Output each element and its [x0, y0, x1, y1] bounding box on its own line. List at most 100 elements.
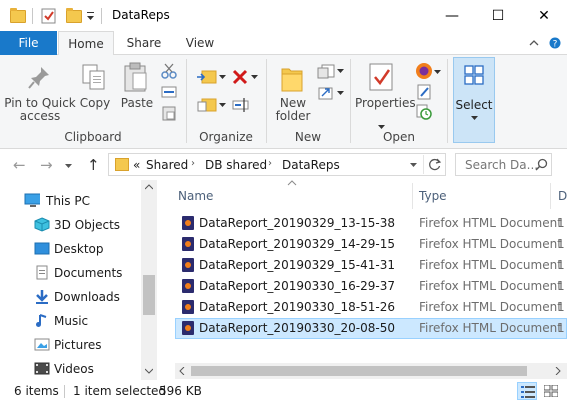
properties-check-icon[interactable] [41, 7, 57, 25]
edit-icon[interactable] [416, 84, 432, 100]
selection-size: 596 KB [159, 384, 202, 398]
recent-locations-icon[interactable] [65, 163, 73, 169]
tab-share[interactable]: Share [120, 31, 168, 55]
copy-button[interactable]: Copy [78, 97, 112, 110]
file-row[interactable]: DataReport_20190330_18-51-26 Firefox HTM… [175, 297, 567, 318]
nav-item-pictures[interactable]: Pictures [0, 333, 142, 357]
nav-pane-scroll-thumb[interactable] [143, 275, 155, 315]
file-row[interactable]: DataReport_20190329_13-15-38 Firefox HTM… [175, 213, 567, 234]
address-dropdown-icon[interactable] [410, 162, 418, 168]
collapse-ribbon-icon[interactable] [528, 37, 540, 49]
search-input[interactable]: Search Da... [455, 153, 552, 176]
move-to-icon[interactable] [196, 69, 218, 85]
nav-label-pictures: Pictures [54, 338, 102, 352]
select-grid-icon [464, 65, 484, 85]
new-item-dropdown-icon[interactable] [337, 67, 345, 75]
new-folder-button[interactable]: New folder [271, 97, 315, 123]
pin-to-quick-access-button[interactable]: Pin to Quick access [3, 97, 77, 123]
folder-icon[interactable] [10, 8, 26, 23]
copy-to-dropdown-icon[interactable] [219, 101, 227, 109]
column-divider[interactable] [550, 183, 551, 209]
new-folder-icon[interactable] [66, 8, 82, 23]
breadcrumb-datareps[interactable]: DataReps [282, 158, 340, 172]
file-date: 1 [557, 237, 565, 251]
new-item-icon[interactable] [316, 63, 336, 79]
file-row[interactable]: DataReport_20190329_15-41-31 Firefox HTM… [175, 255, 567, 276]
firefox-html-file-icon [182, 258, 194, 272]
new-folder-large-icon[interactable] [280, 63, 304, 93]
file-list-horizontal-scrollbar[interactable] [175, 363, 567, 379]
paste-icon[interactable] [122, 61, 150, 93]
paste-button[interactable]: Paste [118, 97, 156, 110]
nav-item-desktop[interactable]: Desktop [0, 237, 142, 261]
scroll-right-icon[interactable] [555, 367, 561, 375]
open-dropdown-icon[interactable] [434, 68, 442, 76]
pin-icon[interactable] [26, 64, 52, 92]
nav-item-downloads[interactable]: Downloads [0, 285, 142, 309]
maximize-button[interactable]: ☐ [475, 0, 521, 31]
refresh-icon[interactable] [428, 157, 442, 171]
scroll-down-icon[interactable] [145, 368, 153, 374]
copy-path-icon[interactable] [161, 85, 177, 99]
file-date: 1 [557, 279, 565, 293]
breadcrumb-shared[interactable]: Shared [146, 158, 188, 172]
copy-to-icon[interactable] [196, 97, 218, 113]
select-button[interactable]: Select [453, 57, 495, 143]
forward-button[interactable]: → [40, 156, 53, 174]
address-bar[interactable]: « Shared › DB shared › DataReps [108, 153, 446, 176]
ribbon-divider [447, 59, 448, 143]
file-type: Firefox HTML Document [419, 321, 562, 335]
ribbon-divider [186, 59, 187, 143]
ribbon-divider [266, 59, 267, 143]
customize-quick-access-icon[interactable] [86, 7, 96, 25]
move-to-dropdown-icon[interactable] [219, 73, 227, 81]
copy-icon[interactable] [81, 63, 107, 93]
file-type: Firefox HTML Document [419, 279, 562, 293]
large-icons-view-button[interactable] [541, 382, 561, 400]
back-button[interactable]: ← [13, 156, 26, 174]
tab-file[interactable]: File [0, 31, 57, 55]
sort-ascending-icon [287, 180, 297, 186]
breadcrumb-chevron-icon[interactable]: › [268, 158, 272, 169]
cut-icon[interactable] [161, 63, 177, 79]
minimize-button[interactable]: — [429, 0, 475, 31]
file-row-selected[interactable]: DataReport_20190330_20-08-50 Firefox HTM… [175, 318, 567, 339]
nav-pane-scrollbar[interactable] [141, 180, 157, 380]
nav-item-music[interactable]: Music [0, 309, 142, 333]
breadcrumb-overflow[interactable]: « [133, 158, 140, 172]
tab-view[interactable]: View [176, 31, 224, 55]
rename-icon[interactable] [232, 97, 250, 113]
new-group-label: New [294, 130, 322, 144]
open-group-label: Open [382, 130, 416, 144]
nav-item-videos[interactable]: Videos [0, 357, 142, 381]
file-name: DataReport_20190330_18-51-26 [199, 300, 395, 314]
file-row[interactable]: DataReport_20190329_14-29-15 Firefox HTM… [175, 234, 567, 255]
scroll-left-icon[interactable] [179, 367, 185, 375]
file-list-scroll-thumb[interactable] [191, 366, 527, 376]
breadcrumb-chevron-icon[interactable]: › [191, 158, 195, 169]
history-icon[interactable] [416, 104, 432, 120]
delete-dropdown-icon[interactable] [251, 73, 259, 81]
file-type: Firefox HTML Document [419, 237, 562, 251]
nav-label-documents: Documents [54, 266, 123, 280]
details-view-button[interactable] [517, 382, 537, 400]
tab-home[interactable]: Home [58, 31, 114, 56]
firefox-open-icon[interactable] [415, 62, 433, 80]
scroll-up-icon[interactable] [145, 184, 153, 190]
easy-access-icon[interactable] [316, 85, 336, 101]
breadcrumb-db-shared[interactable]: DB shared [205, 158, 267, 172]
nav-item-3d-objects[interactable]: 3D Objects [0, 213, 142, 237]
up-button[interactable]: ↑ [87, 156, 100, 174]
paste-shortcut-icon[interactable] [161, 105, 177, 121]
easy-access-dropdown-icon[interactable] [337, 89, 345, 97]
delete-icon[interactable] [231, 68, 249, 86]
properties-button[interactable]: Properties [355, 97, 416, 110]
nav-item-this-pc[interactable]: This PC [0, 189, 142, 213]
column-divider[interactable] [412, 183, 413, 209]
file-row[interactable]: DataReport_20190330_16-29-37 Firefox HTM… [175, 276, 567, 297]
search-icon[interactable] [535, 158, 548, 171]
help-icon[interactable]: ? [549, 37, 561, 49]
close-button[interactable]: ✕ [521, 0, 567, 31]
properties-icon[interactable] [368, 61, 396, 93]
nav-item-documents[interactable]: Documents [0, 261, 142, 285]
